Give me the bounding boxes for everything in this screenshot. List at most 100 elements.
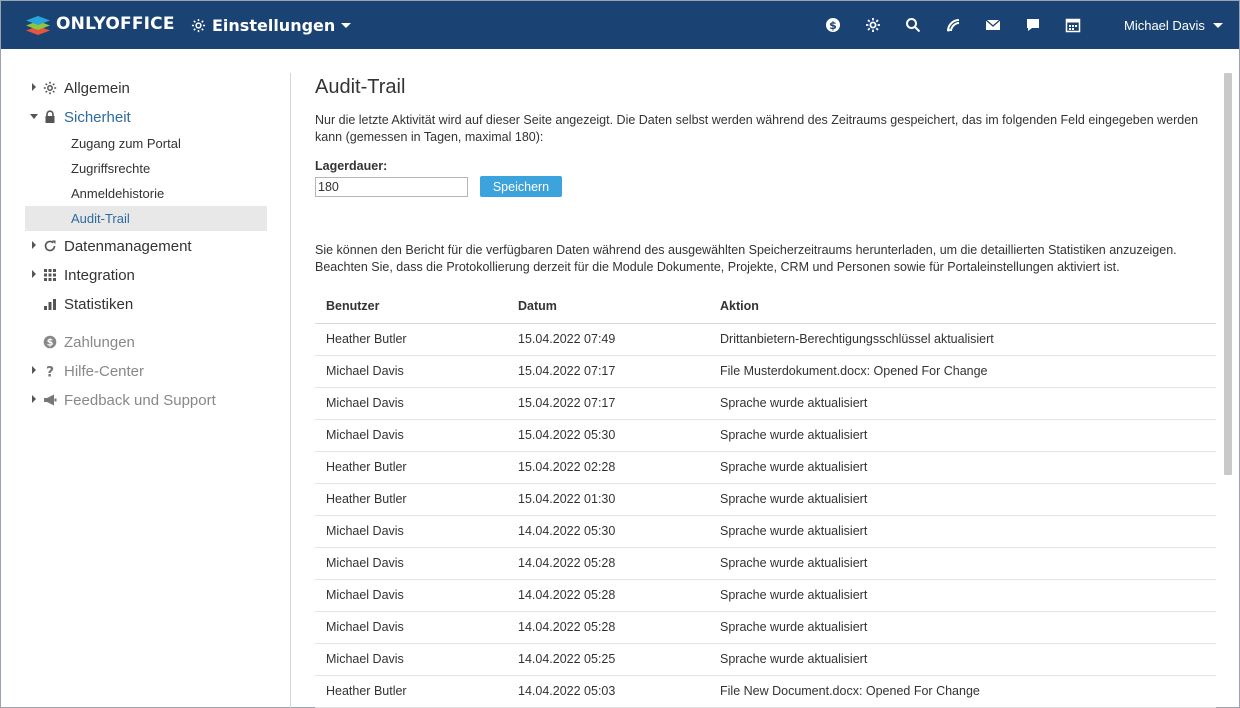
cell-benutzer: Michael Davis <box>315 611 507 644</box>
storage-period-label: Lagerdauer: <box>315 159 388 173</box>
refresh-icon <box>43 239 57 253</box>
table-row: Heather Butler 15.04.2022 07:49 Drittanbie… <box>315 323 1216 356</box>
table-row: Michael Davis 14.04.2022 05:30 Sprache wur… <box>315 515 1216 548</box>
cell-benutzer: Michael Davis <box>315 515 507 548</box>
sidebar-item-zahlungen[interactable]: $ Zahlungen <box>25 327 267 356</box>
sidebar-subitem-zugang-zum-portal[interactable]: Zugang zum Portal <box>25 131 267 156</box>
sidebar-subitem-label: Zugriffsrechte <box>71 161 151 176</box>
cell-aktion: Sprache wurde aktualisiert <box>709 483 1216 516</box>
user-menu[interactable]: Michael Davis <box>1124 18 1223 33</box>
cell-benutzer: Michael Davis <box>315 579 507 612</box>
sidebar-item-label: Statistiken <box>64 296 134 313</box>
cell-aktion: Sprache wurde aktualisiert <box>709 611 1216 644</box>
main-content: Audit-Trail Nur die letzte Aktivität wir… <box>315 73 1216 708</box>
cell-datum: 14.04.2022 05:03 <box>507 675 709 708</box>
cell-datum: 14.04.2022 05:30 <box>507 515 709 548</box>
cell-aktion: Sprache wurde aktualisiert <box>709 515 1216 548</box>
module-switcher[interactable]: Einstellungen <box>191 16 352 35</box>
column-header-aktion: Aktion <box>709 290 1216 324</box>
sidebar-item-integration[interactable]: Integration <box>25 260 267 289</box>
dollar-icon: $ <box>43 335 57 349</box>
sidebar-item-sicherheit[interactable]: Sicherheit <box>25 102 267 131</box>
chevron-down-icon <box>341 23 352 28</box>
svg-text:$: $ <box>829 19 837 32</box>
sidebar-subitem-anmeldehistorie[interactable]: Anmeldehistorie <box>25 181 267 206</box>
onlyoffice-logo[interactable]: ONLYOFFICE <box>25 11 175 37</box>
settings-icon[interactable] <box>865 17 881 33</box>
sidebar-subitem-label: Anmeldehistorie <box>71 186 165 201</box>
cell-benutzer: Michael Davis <box>315 547 507 580</box>
sidebar-divider <box>290 73 291 708</box>
cell-datum: 14.04.2022 05:28 <box>507 579 709 612</box>
table-row: Michael Davis 14.04.2022 05:28 Sprache wur… <box>315 547 1216 580</box>
table-row: Heather Butler 15.04.2022 01:30 Sprache wu… <box>315 483 1216 516</box>
column-header-datum: Datum <box>507 290 709 324</box>
sidebar-item-label: Allgemein <box>64 80 130 97</box>
table-row: Michael Davis 14.04.2022 05:25 Sprache wur… <box>315 643 1216 676</box>
table-row: Heather Butler 14.04.2022 05:03 File New D… <box>315 675 1216 708</box>
table-row: Michael Davis 14.04.2022 05:28 Sprache wur… <box>315 611 1216 644</box>
top-bar: ONLYOFFICE Einstellungen $ Michael Davis <box>1 1 1239 49</box>
question-icon: ? <box>43 364 57 379</box>
cell-datum: 15.04.2022 07:49 <box>507 323 709 356</box>
expand-arrow-icon[interactable] <box>32 270 36 278</box>
save-button[interactable]: Speichern <box>480 176 562 197</box>
calendar-icon[interactable] <box>1065 17 1081 33</box>
table-row: Michael Davis 15.04.2022 07:17 Sprache wur… <box>315 387 1216 420</box>
expand-arrow-icon[interactable] <box>32 241 36 249</box>
scrollbar-thumb[interactable] <box>1224 73 1232 475</box>
brand-name: ONLYOFFICE <box>56 14 175 34</box>
sidebar-item-label: Feedback und Support <box>64 392 216 409</box>
onlyoffice-logo-icon <box>26 16 50 35</box>
payments-icon[interactable]: $ <box>825 17 841 33</box>
cell-benutzer: Michael Davis <box>315 355 507 388</box>
cell-aktion: Sprache wurde aktualisiert <box>709 387 1216 420</box>
cell-aktion: File Musterdokument.docx: Opened For Cha… <box>709 355 1216 388</box>
gear-icon <box>43 81 57 95</box>
chat-icon[interactable] <box>1025 17 1041 33</box>
sidebar-subitem-audit-trail[interactable]: Audit-Trail <box>25 206 267 231</box>
expand-arrow-icon[interactable] <box>32 395 36 403</box>
gear-icon <box>191 18 206 33</box>
sidebar-item-hilfe-center[interactable]: ? Hilfe-Center <box>25 356 267 385</box>
sidebar-item-statistiken[interactable]: Statistiken <box>25 289 267 318</box>
storage-period-row: Speichern <box>315 176 1215 197</box>
cell-benutzer: Michael Davis <box>315 419 507 452</box>
module-title: Einstellungen <box>212 16 336 35</box>
table-row: Michael Davis 15.04.2022 05:30 Sprache wur… <box>315 419 1216 452</box>
cell-datum: 14.04.2022 05:28 <box>507 547 709 580</box>
cell-aktion: Sprache wurde aktualisiert <box>709 643 1216 676</box>
user-name: Michael Davis <box>1124 18 1205 33</box>
feed-icon[interactable] <box>945 17 961 33</box>
collapse-arrow-icon[interactable] <box>30 114 38 119</box>
sidebar-subitem-zugriffsrechte[interactable]: Zugriffsrechte <box>25 156 267 181</box>
cell-benutzer: Heather Butler <box>315 675 507 708</box>
cell-datum: 15.04.2022 01:30 <box>507 483 709 516</box>
search-icon[interactable] <box>905 17 921 33</box>
storage-description: Nur die letzte Aktivität wird auf dieser… <box>315 113 1199 144</box>
expand-arrow-icon[interactable] <box>32 83 36 91</box>
cell-aktion: Drittanbietern-Berechtigungsschlüssel ak… <box>709 323 1216 356</box>
table-header-row: Benutzer Datum Aktion <box>315 290 1216 324</box>
report-description: Sie können den Bericht für die verfügbar… <box>315 243 1177 274</box>
storage-period-input[interactable] <box>315 176 468 197</box>
sidebar-subitem-label: Audit-Trail <box>71 211 130 226</box>
megaphone-icon <box>43 393 57 407</box>
expand-arrow-icon[interactable] <box>32 366 36 374</box>
cell-benutzer: Heather Butler <box>315 323 507 356</box>
sidebar-item-datenmanagement[interactable]: Datenmanagement <box>25 231 267 260</box>
sidebar-item-label: Datenmanagement <box>64 238 192 255</box>
mail-icon[interactable] <box>985 17 1001 33</box>
table-row: Michael Davis 14.04.2022 05:28 Sprache wur… <box>315 579 1216 612</box>
cell-datum: 15.04.2022 05:30 <box>507 419 709 452</box>
sidebar-item-allgemein[interactable]: Allgemein <box>25 73 267 102</box>
cell-datum: 14.04.2022 05:25 <box>507 643 709 676</box>
cell-aktion: Sprache wurde aktualisiert <box>709 451 1216 484</box>
sidebar-item-feedback-und-support[interactable]: Feedback und Support <box>25 385 267 414</box>
grid-icon <box>43 268 57 282</box>
cell-aktion: Sprache wurde aktualisiert <box>709 579 1216 612</box>
bar-chart-icon <box>43 297 57 311</box>
audit-trail-table: Benutzer Datum Aktion Heather Butler 15.0… <box>315 290 1216 708</box>
cell-datum: 14.04.2022 05:28 <box>507 611 709 644</box>
cell-datum: 15.04.2022 07:17 <box>507 355 709 388</box>
